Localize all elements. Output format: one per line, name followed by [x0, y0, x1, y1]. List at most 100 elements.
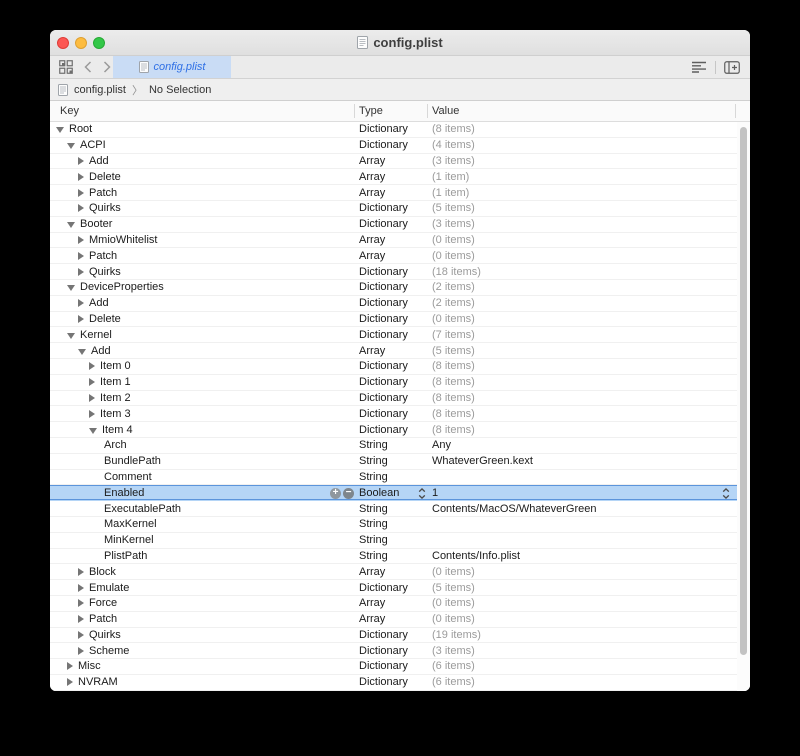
- value-cell[interactable]: Contents/Info.plist: [432, 549, 717, 564]
- value-cell[interactable]: (2 items): [432, 296, 717, 311]
- table-row[interactable]: Comment String: [50, 470, 737, 486]
- type-cell[interactable]: Dictionary: [359, 375, 408, 390]
- value-cell[interactable]: (5 items): [432, 580, 717, 595]
- type-cell[interactable]: Dictionary: [359, 643, 408, 658]
- value-cell[interactable]: [432, 517, 717, 532]
- disclosure-triangle-collapsed[interactable]: [78, 156, 84, 165]
- value-cell[interactable]: WhateverGreen.kext: [432, 454, 717, 469]
- table-row[interactable]: Add Array (3 items): [50, 154, 737, 170]
- close-button[interactable]: [57, 37, 69, 49]
- type-cell[interactable]: String: [359, 454, 388, 469]
- zoom-button[interactable]: [93, 37, 105, 49]
- table-row[interactable]: Enabled Boolean 1 + −: [50, 485, 737, 502]
- table-row[interactable]: BundlePath String WhateverGreen.kext: [50, 454, 737, 470]
- disclosure-triangle-collapsed[interactable]: [78, 615, 84, 624]
- value-cell[interactable]: (0 items): [432, 233, 717, 248]
- value-cell[interactable]: (4 items): [432, 138, 717, 153]
- column-divider-type-value[interactable]: [427, 104, 428, 118]
- value-cell[interactable]: (3 items): [432, 154, 717, 169]
- minimize-button[interactable]: [75, 37, 87, 49]
- type-cell[interactable]: Dictionary: [359, 580, 408, 595]
- value-cell[interactable]: (2 items): [432, 280, 717, 295]
- table-row[interactable]: Quirks Dictionary (5 items): [50, 201, 737, 217]
- value-cell[interactable]: 1: [432, 485, 717, 500]
- column-header-key[interactable]: Key: [60, 101, 79, 121]
- value-cell[interactable]: (8 items): [432, 422, 717, 437]
- table-row[interactable]: Add Dictionary (2 items): [50, 296, 737, 312]
- type-cell[interactable]: Dictionary: [359, 359, 408, 374]
- value-cell[interactable]: (0 items): [432, 564, 717, 579]
- table-row[interactable]: PlistPath String Contents/Info.plist: [50, 549, 737, 565]
- table-row[interactable]: Patch Array (0 items): [50, 612, 737, 628]
- disclosure-triangle-collapsed[interactable]: [78, 299, 84, 308]
- type-cell[interactable]: Dictionary: [359, 406, 408, 421]
- table-row[interactable]: Delete Dictionary (0 items): [50, 312, 737, 328]
- value-stepper-icon[interactable]: [722, 487, 730, 502]
- type-cell[interactable]: Boolean: [359, 485, 399, 500]
- type-cell[interactable]: Array: [359, 154, 385, 169]
- disclosure-triangle-expanded[interactable]: [67, 332, 75, 339]
- value-cell[interactable]: (8 items): [432, 122, 717, 137]
- table-row[interactable]: Block Array (0 items): [50, 564, 737, 581]
- type-cell[interactable]: String: [359, 501, 388, 516]
- value-cell[interactable]: (6 items): [432, 659, 717, 674]
- table-row[interactable]: MaxKernel String: [50, 517, 737, 533]
- disclosure-triangle-collapsed[interactable]: [89, 362, 95, 371]
- disclosure-triangle-collapsed[interactable]: [78, 235, 84, 244]
- type-stepper-icon[interactable]: [418, 487, 426, 502]
- disclosure-triangle-collapsed[interactable]: [67, 678, 73, 687]
- table-row[interactable]: Quirks Dictionary (19 items): [50, 628, 737, 644]
- breadcrumb-file[interactable]: config.plist: [74, 84, 126, 96]
- table-row[interactable]: Arch String Any: [50, 438, 737, 454]
- table-row[interactable]: NVRAM Dictionary (6 items): [50, 675, 737, 691]
- value-cell[interactable]: (0 items): [432, 612, 717, 627]
- disclosure-triangle-collapsed[interactable]: [78, 267, 84, 276]
- type-cell[interactable]: Array: [359, 596, 385, 611]
- table-row[interactable]: MmioWhitelist Array (0 items): [50, 233, 737, 249]
- type-cell[interactable]: Dictionary: [359, 675, 408, 690]
- value-cell[interactable]: (7 items): [432, 327, 717, 342]
- disclosure-triangle-collapsed[interactable]: [78, 251, 84, 260]
- type-cell[interactable]: String: [359, 470, 388, 485]
- value-cell[interactable]: (8 items): [432, 406, 717, 421]
- value-cell[interactable]: Contents/MacOS/WhateverGreen: [432, 501, 717, 516]
- type-cell[interactable]: Array: [359, 248, 385, 263]
- table-row[interactable]: ExecutablePath String Contents/MacOS/Whate…: [50, 501, 737, 517]
- scrollbar-thumb[interactable]: [740, 127, 747, 655]
- type-cell[interactable]: Dictionary: [359, 217, 408, 232]
- table-row[interactable]: Delete Array (1 item): [50, 169, 737, 186]
- type-cell[interactable]: String: [359, 517, 388, 532]
- disclosure-triangle-collapsed[interactable]: [78, 630, 84, 639]
- value-cell[interactable]: (1 item): [432, 169, 717, 184]
- type-cell[interactable]: Dictionary: [359, 312, 408, 327]
- disclosure-triangle-collapsed[interactable]: [78, 583, 84, 592]
- tab-config-plist[interactable]: config.plist: [113, 56, 231, 78]
- type-cell[interactable]: Dictionary: [359, 138, 408, 153]
- value-cell[interactable]: [432, 533, 717, 548]
- add-row-button[interactable]: +: [330, 487, 341, 499]
- value-cell[interactable]: (5 items): [432, 201, 717, 216]
- type-cell[interactable]: String: [359, 533, 388, 548]
- value-cell[interactable]: (0 items): [432, 312, 717, 327]
- disclosure-triangle-expanded[interactable]: [67, 285, 75, 292]
- type-cell[interactable]: Dictionary: [359, 296, 408, 311]
- value-cell[interactable]: (1 item): [432, 185, 717, 200]
- table-row[interactable]: ACPI Dictionary (4 items): [50, 138, 737, 154]
- table-row[interactable]: Scheme Dictionary (3 items): [50, 643, 737, 660]
- remove-row-button[interactable]: −: [343, 487, 354, 499]
- editor-options-icon[interactable]: [691, 61, 707, 73]
- table-row[interactable]: Root Dictionary (8 items): [50, 122, 737, 138]
- type-cell[interactable]: Dictionary: [359, 264, 408, 279]
- disclosure-triangle-collapsed[interactable]: [78, 172, 84, 181]
- table-row[interactable]: Quirks Dictionary (18 items): [50, 264, 737, 280]
- table-row[interactable]: Item 0 Dictionary (8 items): [50, 359, 737, 375]
- disclosure-triangle-expanded[interactable]: [67, 222, 75, 229]
- table-row[interactable]: Booter Dictionary (3 items): [50, 217, 737, 233]
- table-row[interactable]: Item 1 Dictionary (8 items): [50, 375, 737, 391]
- type-cell[interactable]: Array: [359, 343, 385, 358]
- disclosure-triangle-expanded[interactable]: [67, 143, 75, 150]
- disclosure-triangle-collapsed[interactable]: [78, 314, 84, 323]
- table-row[interactable]: Patch Array (1 item): [50, 185, 737, 201]
- table-row[interactable]: Force Array (0 items): [50, 596, 737, 612]
- table-row[interactable]: Item 4 Dictionary (8 items): [50, 422, 737, 438]
